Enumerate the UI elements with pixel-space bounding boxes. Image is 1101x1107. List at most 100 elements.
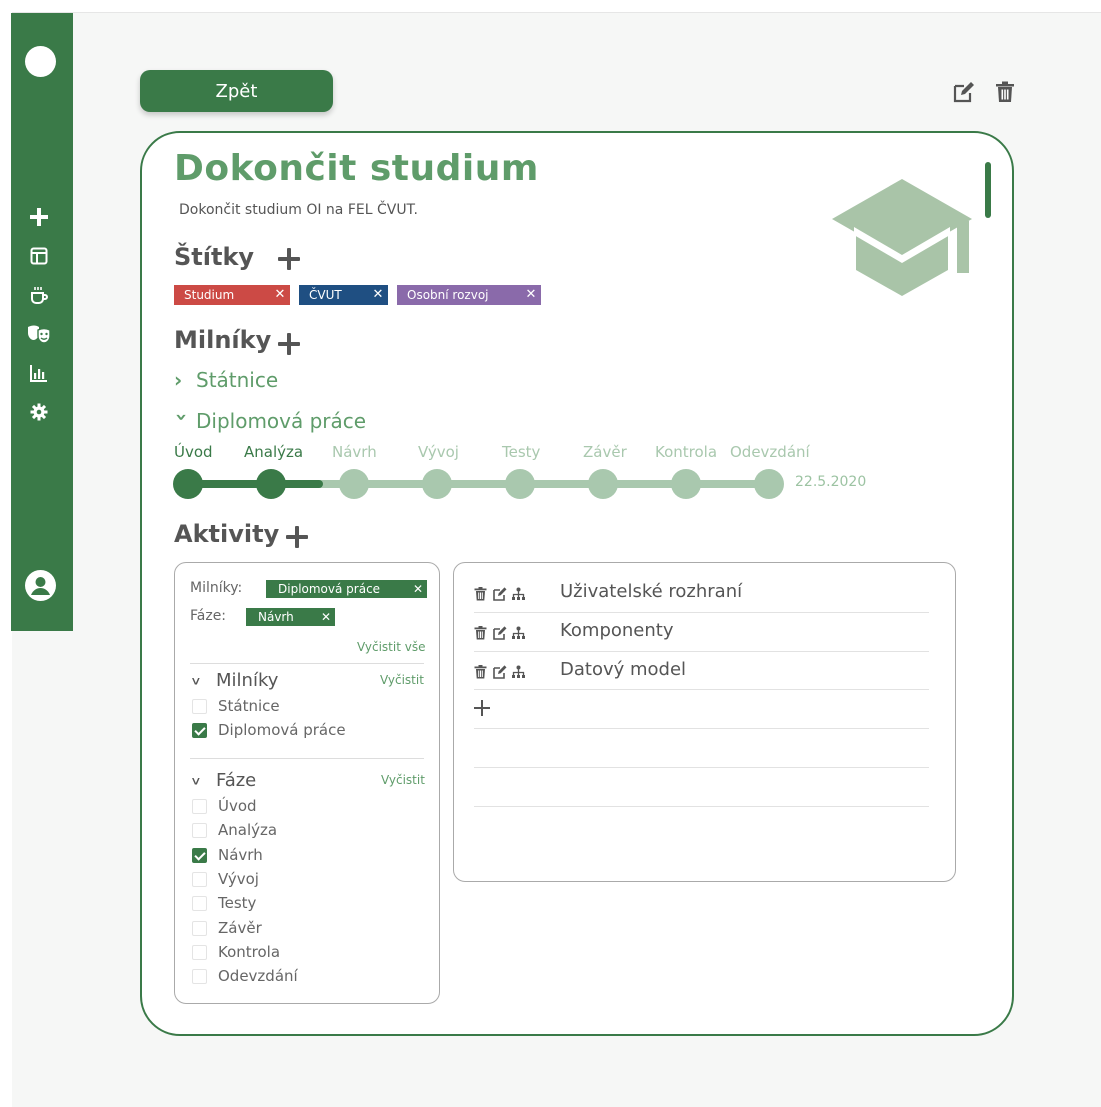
row-divider — [474, 805, 929, 807]
filter-checkbox[interactable] — [192, 823, 207, 839]
phase-dot[interactable] — [505, 469, 535, 499]
phase-dot[interactable] — [754, 469, 784, 499]
chevron-right-icon: › — [174, 368, 183, 392]
app-logo[interactable] — [25, 46, 56, 77]
activity-name[interactable]: Komponenty — [560, 620, 674, 641]
remove-filter-icon[interactable]: ✕ — [320, 610, 332, 624]
filter-checkbox[interactable] — [192, 723, 207, 738]
filter-checkbox[interactable] — [192, 920, 207, 936]
phase-dot[interactable] — [256, 469, 286, 499]
trash-icon[interactable] — [473, 586, 488, 601]
phase-label: Analýza — [244, 443, 304, 461]
filter-option-label[interactable]: Návrh — [218, 846, 263, 864]
filter-chip-phase: Návrh ✕ — [246, 608, 335, 626]
filter-checkbox[interactable] — [192, 944, 207, 960]
back-button[interactable]: Zpět — [140, 70, 333, 112]
theater-masks-icon[interactable] — [27, 322, 51, 346]
phase-label: Vývoj — [418, 443, 459, 461]
coffee-cup-icon[interactable] — [27, 283, 51, 307]
filter-option-label[interactable]: Testy — [218, 894, 256, 912]
filter-checkbox[interactable] — [192, 699, 207, 714]
remove-tag-icon[interactable]: ✕ — [372, 288, 384, 302]
tag-studium: Studium ✕ — [174, 285, 290, 305]
tag-label: Studium — [184, 288, 235, 302]
phase-dot[interactable] — [588, 469, 618, 499]
filter-checkbox[interactable] — [192, 871, 207, 887]
divider — [190, 663, 424, 664]
chevron-down-icon: › — [170, 413, 194, 422]
hierarchy-icon[interactable] — [511, 625, 526, 640]
phase-dot[interactable] — [671, 469, 701, 499]
edit-icon[interactable] — [492, 625, 507, 640]
phase-dot[interactable] — [339, 469, 369, 499]
trash-icon[interactable] — [993, 80, 1017, 104]
phase-dot[interactable] — [422, 469, 452, 499]
phase-dot[interactable] — [173, 469, 203, 499]
user-avatar-icon[interactable] — [25, 570, 56, 601]
add-activity-button[interactable] — [286, 526, 308, 548]
filter-option-label[interactable]: Diplomová práce — [218, 721, 346, 739]
divider — [190, 758, 424, 759]
filter-option-label[interactable]: Závěr — [218, 919, 262, 937]
activity-name[interactable]: Uživatelské rozhraní — [560, 581, 742, 602]
trash-icon[interactable] — [473, 625, 488, 640]
milestone-statnice[interactable]: › Státnice — [174, 368, 278, 392]
milestone-diplomova-prace[interactable]: › Diplomová práce — [170, 409, 366, 433]
graduation-cap-icon — [830, 175, 975, 304]
filter-checkbox[interactable] — [192, 896, 207, 912]
filter-chip-milestone: Diplomová práce ✕ — [266, 580, 427, 598]
remove-tag-icon[interactable]: ✕ — [525, 288, 537, 302]
hierarchy-icon[interactable] — [511, 586, 526, 601]
gear-icon[interactable] — [27, 400, 51, 424]
filter-checkbox[interactable] — [192, 799, 207, 814]
clear-all-filters-link[interactable]: Vyčistit vše — [357, 640, 425, 654]
activity-name[interactable]: Datový model — [560, 659, 686, 680]
sidebar — [11, 13, 73, 631]
filter-option-label[interactable]: Odevzdání — [218, 967, 298, 985]
filter-group-title: Fáze — [216, 770, 257, 791]
phase-label: Závěr — [583, 443, 627, 461]
scrollbar-thumb[interactable] — [985, 162, 991, 218]
edit-icon[interactable] — [492, 586, 507, 601]
remove-tag-icon[interactable]: ✕ — [274, 288, 286, 302]
filter-group-phases[interactable]: ∨ Fáze — [190, 770, 256, 791]
add-activity-row-button[interactable] — [474, 700, 490, 716]
filter-checkbox[interactable] — [192, 969, 207, 985]
filter-milestones-label: Milníky: — [190, 580, 243, 596]
tags-heading: Štítky — [174, 243, 255, 271]
edit-icon[interactable] — [492, 664, 507, 679]
layout-icon[interactable] — [27, 244, 51, 268]
filter-option-label[interactable]: Úvod — [218, 797, 257, 815]
goal-title: Dokončit studium — [174, 148, 539, 189]
phase-label: Úvod — [174, 443, 213, 461]
goal-description: Dokončit studium OI na FEL ČVUT. — [179, 202, 418, 218]
clear-phases-link[interactable]: Vyčistit — [381, 773, 425, 787]
clear-milestones-link[interactable]: Vyčistit — [380, 673, 424, 687]
trash-icon[interactable] — [473, 664, 488, 679]
filter-group-milestones[interactable]: ∨ Milníky — [190, 670, 278, 691]
filter-checkbox[interactable] — [192, 847, 207, 863]
tag-osobni-rozvoj: Osobní rozvoj ✕ — [397, 285, 541, 305]
edit-icon[interactable] — [952, 80, 976, 104]
tag-label: ČVUT — [309, 288, 342, 302]
remove-filter-icon[interactable]: ✕ — [412, 582, 424, 596]
phase-label: Testy — [502, 443, 541, 461]
plus-icon[interactable] — [27, 205, 51, 229]
filter-option-label[interactable]: Analýza — [218, 821, 277, 839]
bar-chart-icon[interactable] — [27, 361, 51, 385]
filter-option-label[interactable]: Kontrola — [218, 943, 280, 961]
phase-label: Odevzdání — [730, 443, 810, 461]
activities-heading: Aktivity — [174, 520, 280, 548]
row-divider — [474, 612, 929, 613]
add-milestone-button[interactable] — [278, 333, 300, 355]
milestone-label: Státnice — [196, 368, 279, 392]
add-tag-button[interactable] — [278, 248, 300, 270]
hierarchy-icon[interactable] — [511, 664, 526, 679]
tag-label: Osobní rozvoj — [407, 288, 489, 302]
milestones-heading: Milníky — [174, 326, 272, 354]
phase-label: Návrh — [332, 443, 377, 461]
filter-option-label[interactable]: Státnice — [218, 697, 280, 715]
row-divider — [474, 766, 929, 768]
milestone-deadline: 22.5.2020 — [795, 474, 867, 490]
filter-option-label[interactable]: Vývoj — [218, 870, 259, 888]
